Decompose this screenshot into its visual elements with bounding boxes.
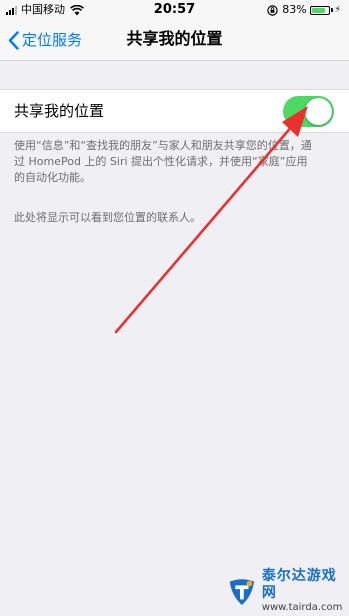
share-location-description: 使用“信息”和“查找我的朋友”与家人和朋友共享您的位置，通过 HomePod 上… bbox=[14, 139, 312, 184]
watermark-logo-icon bbox=[229, 579, 255, 606]
watermark-site-name: 泰尔达游戏网 bbox=[261, 568, 337, 601]
watermark-text: 泰尔达游戏网 www.tairda.com bbox=[262, 568, 346, 614]
back-button[interactable]: 定位服务 bbox=[8, 28, 82, 52]
chevron-left-icon bbox=[8, 30, 19, 50]
site-watermark: 泰尔达游戏网 www.tairda.com bbox=[226, 568, 346, 614]
watermark-site-url: www.tairda.com bbox=[261, 602, 343, 613]
share-location-row: 共享我的位置 bbox=[0, 89, 349, 133]
back-button-label: 定位服务 bbox=[22, 31, 83, 49]
battery-cap bbox=[330, 8, 333, 12]
navigation-bar: 定位服务 共享我的位置 bbox=[0, 20, 349, 61]
battery-icon bbox=[309, 5, 330, 15]
battery-percent: 83% bbox=[282, 3, 307, 16]
orientation-lock-icon bbox=[267, 4, 278, 16]
toggle-knob bbox=[305, 98, 332, 125]
contacts-hint: 此处将显示可以看到您位置的联系人。 bbox=[14, 211, 201, 224]
share-location-toggle[interactable] bbox=[283, 96, 334, 127]
status-bar: 中国移动 20:57 83% ⚡ bbox=[0, 0, 349, 20]
status-right: 83% ⚡ bbox=[267, 3, 341, 17]
share-location-label: 共享我的位置 bbox=[14, 102, 105, 120]
battery-fill bbox=[311, 7, 325, 13]
charging-bolt-icon: ⚡ bbox=[334, 5, 341, 15]
